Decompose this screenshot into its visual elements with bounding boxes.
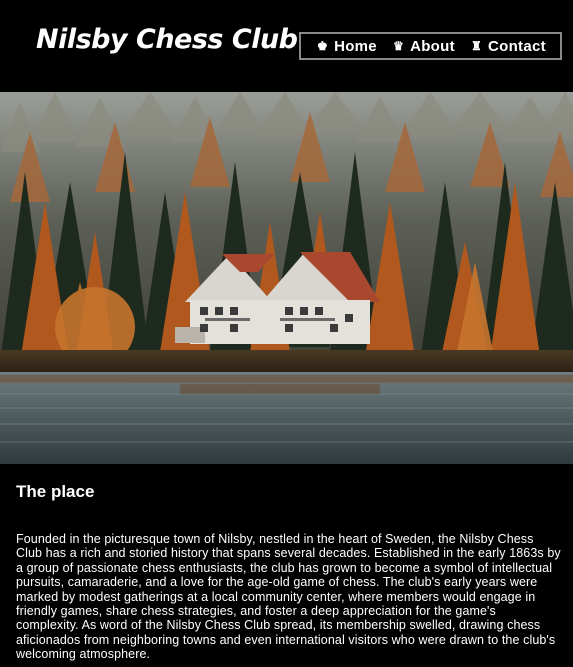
nav-contact-label: Contact <box>488 37 546 55</box>
chess-queen-icon: ♛ <box>393 39 405 53</box>
chess-king-icon: ♚ <box>317 39 329 53</box>
site-logo[interactable]: Nilsby Chess Club <box>36 24 298 55</box>
nav-about-link[interactable]: ♛ About <box>393 38 455 55</box>
site-header: Nilsby Chess Club ♚ Home ♛ About ♜ Conta… <box>0 0 573 92</box>
chess-rook-icon: ♜ <box>470 39 482 53</box>
main-nav: ♚ Home ♛ About ♜ Contact <box>299 32 562 60</box>
nav-about-label: About <box>410 37 455 55</box>
hero-landscape-illustration <box>0 92 573 464</box>
nav-home-label: Home <box>334 37 377 55</box>
nav-contact-link[interactable]: ♜ Contact <box>471 38 546 55</box>
section-heading: The place <box>16 482 95 501</box>
hero-image <box>0 92 573 464</box>
section-paragraph: Founded in the picturesque town of Nilsb… <box>16 532 561 662</box>
nav-home-link[interactable]: ♚ Home <box>317 38 377 55</box>
